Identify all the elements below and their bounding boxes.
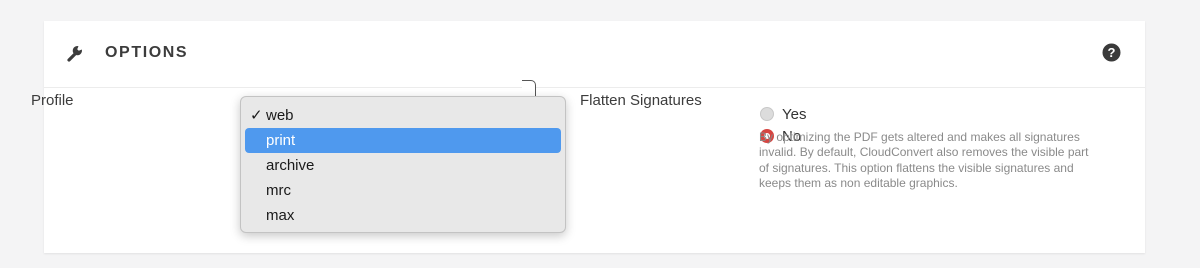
radio-yes-indicator[interactable] — [760, 107, 774, 121]
option-mrc[interactable]: mrc — [245, 178, 561, 203]
radio-yes-label: Yes — [782, 105, 807, 123]
svg-text:?: ? — [1108, 45, 1116, 60]
flatten-signatures-label: Flatten Signatures — [580, 92, 702, 109]
checkmark-icon: ✓ — [250, 107, 263, 124]
panel-title: OPTIONS — [105, 44, 189, 61]
option-web[interactable]: ✓ web — [245, 103, 561, 128]
option-label: archive — [266, 157, 315, 174]
wrench-icon — [67, 46, 82, 62]
help-icon[interactable]: ? — [1102, 43, 1121, 62]
option-label: print — [266, 132, 296, 149]
option-archive[interactable]: archive — [245, 153, 561, 178]
option-label: mrc — [266, 182, 291, 199]
option-max[interactable]: max — [245, 203, 561, 228]
option-label: max — [266, 207, 295, 224]
flatten-help-text: By optimizing the PDF gets altered and m… — [759, 130, 1089, 190]
radio-yes[interactable]: Yes — [760, 105, 806, 123]
option-label: web — [266, 107, 294, 124]
profile-dropdown-menu: ✓ web print archive mrc max — [240, 96, 566, 233]
profile-label: Profile — [31, 92, 74, 109]
panel-header: OPTIONS ? — [44, 21, 1145, 88]
option-print[interactable]: print — [245, 128, 561, 153]
